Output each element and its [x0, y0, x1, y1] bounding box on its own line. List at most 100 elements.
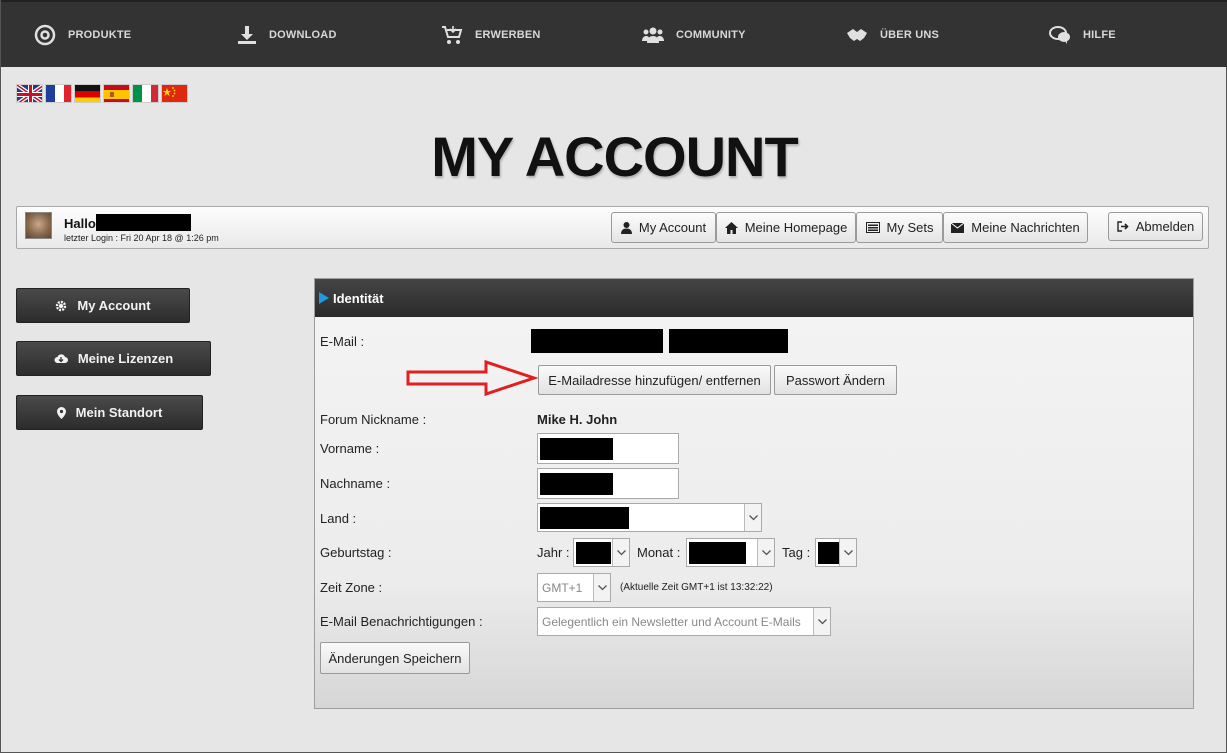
button-label: My Account	[638, 220, 707, 235]
chevron-down-icon	[757, 539, 774, 566]
nav-label: ERWERBEN	[475, 28, 541, 41]
day-select[interactable]	[815, 538, 857, 567]
notify-select[interactable]: Gelegentlich ein Newsletter und Account …	[537, 607, 831, 636]
nav-label: ÜBER UNS	[880, 28, 940, 41]
change-password-button[interactable]: Passwort Ändern	[774, 365, 897, 395]
redacted-email-part-1	[531, 329, 663, 353]
email-manage-button[interactable]: E-Mailadresse hinzufügen/ entfernen	[538, 365, 771, 395]
redacted-email-part-2	[669, 329, 788, 353]
birthday-label: Geburtstag :	[320, 545, 392, 560]
notify-label: E-Mail Benachrichtigungen :	[320, 614, 483, 629]
chevron-down-icon	[813, 608, 830, 635]
day-label: Tag :	[782, 545, 811, 560]
messages-button[interactable]: Meine Nachrichten	[943, 212, 1088, 243]
flag-france-icon[interactable]	[45, 84, 72, 103]
button-label: Meine Homepage	[744, 220, 848, 235]
timezone-select[interactable]: GMT+1	[537, 573, 611, 602]
last-login: letzter Login : Fri 20 Apr 18 @ 1:26 pm	[64, 233, 219, 243]
flag-uk-icon[interactable]	[16, 84, 43, 103]
my-account-button[interactable]: My Account	[611, 212, 716, 243]
cloud-download-icon	[54, 354, 68, 363]
nav-item-hilfe[interactable]: HILFE	[1049, 2, 1116, 67]
users-icon	[642, 27, 664, 43]
annotation-arrow-icon	[406, 359, 539, 397]
chevron-down-icon	[612, 539, 629, 566]
year-label: Jahr :	[537, 545, 570, 560]
gear-icon	[56, 300, 67, 311]
nav-item-ueber-uns[interactable]: ÜBER UNS	[846, 2, 939, 67]
redacted-firstname	[540, 438, 613, 460]
nickname-label: Forum Nickname :	[320, 412, 427, 427]
lastname-input[interactable]	[537, 468, 679, 499]
top-navigation: PRODUKTE DOWNLOAD ERWERBEN COMMUNITY ÜBE…	[1, 0, 1227, 67]
chevron-down-icon	[744, 504, 761, 531]
timezone-value: GMT+1	[542, 581, 583, 595]
my-sets-button[interactable]: My Sets	[856, 212, 943, 243]
triangle-right-icon	[319, 292, 329, 304]
redacted-lastname	[540, 473, 613, 495]
flag-china-icon[interactable]	[161, 84, 188, 103]
email-label: E-Mail :	[320, 334, 365, 349]
save-changes-button[interactable]: Änderungen Speichern	[320, 642, 470, 674]
button-label: My Sets	[886, 220, 934, 235]
sign-out-icon	[1117, 221, 1129, 232]
flag-germany-icon[interactable]	[74, 84, 101, 103]
year-select[interactable]	[573, 538, 630, 567]
user-icon	[620, 221, 632, 234]
nav-label: COMMUNITY	[676, 28, 746, 41]
month-select[interactable]	[686, 538, 775, 567]
notify-value: Gelegentlich ein Newsletter und Account …	[542, 615, 801, 629]
sidebar-label: My Account	[77, 298, 151, 313]
month-label: Monat :	[637, 545, 681, 560]
page-title: MY ACCOUNT	[431, 125, 798, 188]
handshake-icon	[847, 28, 867, 41]
flag-spain-icon[interactable]	[103, 84, 130, 103]
greeting: Hallo	[64, 214, 191, 231]
button-label: Meine Nachrichten	[971, 220, 1080, 235]
nav-item-erwerben[interactable]: ERWERBEN	[441, 2, 541, 67]
sidebar-location[interactable]: Mein Standort	[16, 395, 203, 430]
nav-item-community[interactable]: COMMUNITY	[642, 2, 746, 67]
greeting-text: Hallo	[64, 216, 96, 231]
chat-bubbles-icon	[1049, 25, 1070, 44]
download-icon	[238, 25, 256, 44]
cart-icon	[442, 25, 463, 44]
country-label: Land :	[320, 511, 357, 526]
nav-item-produkte[interactable]: PRODUKTE	[34, 2, 131, 67]
avatar	[25, 212, 52, 239]
sidebar-label: Meine Lizenzen	[77, 351, 174, 366]
target-icon	[34, 24, 56, 45]
country-select[interactable]	[537, 503, 762, 532]
panel-title: Identität	[333, 290, 384, 306]
language-flags	[16, 84, 188, 103]
homepage-button[interactable]: Meine Homepage	[716, 212, 856, 243]
nav-label: HILFE	[1083, 28, 1116, 41]
redacted-username	[95, 214, 191, 231]
chevron-down-icon	[839, 539, 856, 566]
home-icon	[724, 221, 738, 234]
map-marker-icon	[56, 406, 66, 419]
logout-button[interactable]: Abmelden	[1108, 212, 1203, 241]
nickname-value: Mike H. John	[537, 412, 618, 427]
sidebar-my-account[interactable]: My Account	[16, 288, 190, 323]
redacted-year	[576, 542, 611, 564]
nav-label: DOWNLOAD	[269, 28, 337, 41]
flag-italy-icon[interactable]	[132, 84, 159, 103]
redacted-month	[689, 542, 746, 564]
button-label: Abmelden	[1135, 219, 1195, 234]
timezone-label: Zeit Zone :	[320, 580, 383, 595]
sidebar-label: Mein Standort	[75, 405, 163, 420]
sidebar-licenses[interactable]: Meine Lizenzen	[16, 341, 211, 376]
nav-label: PRODUKTE	[68, 28, 132, 41]
panel-header: Identität	[315, 279, 1193, 317]
firstname-input[interactable]	[537, 433, 679, 464]
user-bar: Hallo letzter Login : Fri 20 Apr 18 @ 1:…	[16, 206, 1209, 249]
identity-panel: Identität E-Mail : E-Mailadresse hinzufü…	[314, 278, 1194, 709]
firstname-label: Vorname :	[320, 441, 380, 456]
list-icon	[865, 222, 880, 233]
redacted-country	[540, 507, 629, 529]
redacted-day	[818, 542, 840, 564]
chevron-down-icon	[593, 574, 610, 601]
nav-item-download[interactable]: DOWNLOAD	[237, 2, 337, 67]
envelope-icon	[951, 222, 965, 233]
